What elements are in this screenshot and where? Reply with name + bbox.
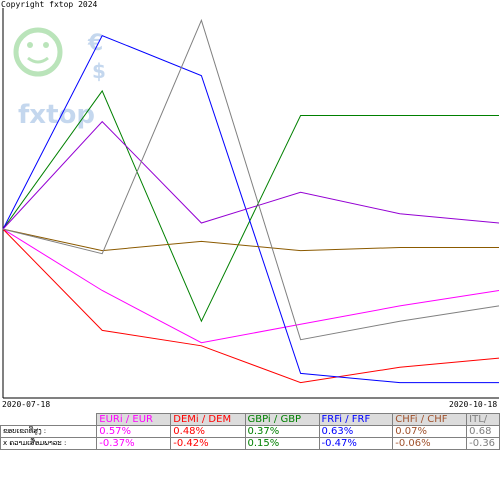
cell-frf-2: -0.47% bbox=[318, 437, 394, 450]
cell-gbp-1: 0.37% bbox=[244, 425, 320, 438]
series-line-1 bbox=[2, 228, 500, 384]
cell-eur-1: 0.57% bbox=[96, 425, 172, 438]
col-header-chf: CHFi / CHF bbox=[392, 413, 468, 426]
x-tick-label-end: 2020-10-18 bbox=[449, 400, 498, 409]
stats-header-row: EURi / EUR DEMi / DEM GBPi / GBP FRFi / … bbox=[0, 413, 500, 426]
col-header-frf: FRFi / FRF bbox=[318, 413, 394, 426]
svg-text:$: $ bbox=[92, 59, 106, 83]
svg-text:€: € bbox=[87, 31, 103, 56]
header-corner bbox=[0, 413, 98, 426]
series-line-2 bbox=[2, 89, 499, 323]
cell-dem-2: -0.42% bbox=[170, 437, 246, 450]
cell-eur-2: -0.37% bbox=[96, 437, 172, 450]
row-label-2: x ຄວາມເສື່ອມພາລະ : bbox=[0, 437, 98, 450]
stats-row-2: x ຄວາມເສື່ອມພາລະ : -0.37% -0.42% 0.15% -… bbox=[0, 437, 500, 450]
series-line-3 bbox=[2, 34, 499, 384]
x-tick-label-start: 2020-07-18 bbox=[2, 400, 51, 409]
cell-chf-1: 0.07% bbox=[392, 425, 468, 438]
col-header-gbp: GBPi / GBP bbox=[244, 413, 320, 426]
series-group bbox=[2, 18, 500, 384]
stats-row-1: ຂອບເຂດທີ່ສູງ : 0.57% 0.48% 0.37% 0.63% 0… bbox=[0, 425, 500, 438]
stats-table: EURi / EUR DEMi / DEM GBPi / GBP FRFi / … bbox=[0, 413, 500, 450]
series-line-6 bbox=[2, 18, 500, 341]
cell-frf-1: 0.63% bbox=[318, 425, 394, 438]
series-line-4 bbox=[2, 120, 500, 230]
col-header-itl: ITL/ bbox=[466, 413, 500, 426]
col-header-dem: DEMi / DEM bbox=[170, 413, 246, 426]
row-label-1: ຂອບເຂດທີ່ສູງ : bbox=[0, 425, 98, 438]
copyright-text: Copyright fxtop 2024 bbox=[1, 0, 98, 9]
cell-gbp-2: 0.15% bbox=[244, 437, 320, 450]
axes bbox=[2, 8, 499, 399]
cell-itl-2: -0.36 bbox=[466, 437, 500, 450]
cell-dem-1: 0.48% bbox=[170, 425, 246, 438]
cell-chf-2: -0.06% bbox=[392, 437, 468, 450]
cell-itl-1: 0.68 bbox=[466, 425, 500, 438]
col-header-eur: EURi / EUR bbox=[96, 413, 172, 426]
